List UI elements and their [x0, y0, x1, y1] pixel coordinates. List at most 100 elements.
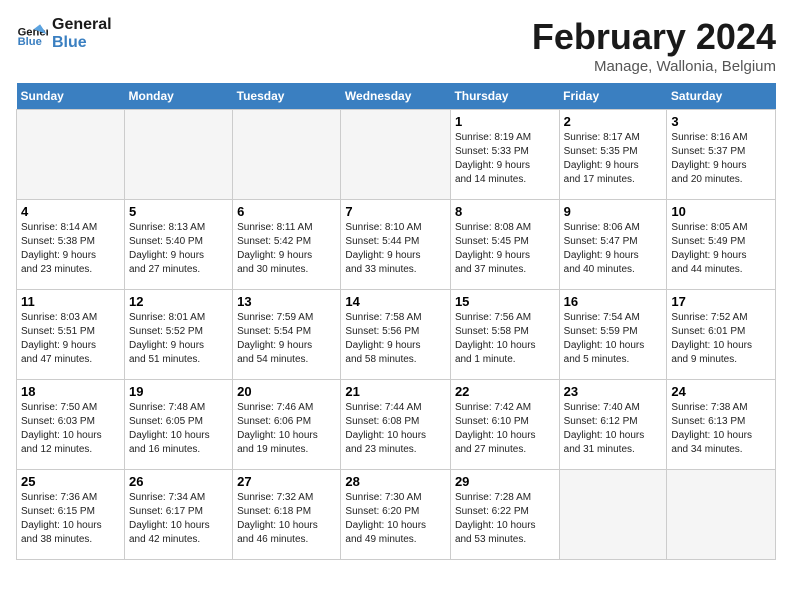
day-cell: 23 Sunrise: 7:40 AM Sunset: 6:12 PM Dayli… [559, 380, 667, 470]
day-cell: 9 Sunrise: 8:06 AM Sunset: 5:47 PM Daylig… [559, 200, 667, 290]
day-number: 12 [129, 294, 228, 309]
week-row-5: 25Sunrise: 7:36 AM Sunset: 6:15 PM Dayli… [17, 470, 776, 560]
day-cell: 12 Sunrise: 8:01 AM Sunset: 5:52 PM Dayli… [125, 290, 233, 380]
day-cell: 29 Sunrise: 7:28 AM Sunset: 6:22 PM Dayli… [450, 470, 559, 560]
logo-line1: General [52, 16, 112, 34]
day-header-thursday: Thursday [450, 83, 559, 110]
week-row-1: 1 Sunrise: 8:19 AM Sunset: 5:33 PM Daylig… [17, 110, 776, 200]
day-cell: 2 Sunrise: 8:17 AM Sunset: 5:35 PM Daylig… [559, 110, 667, 200]
day-cell: 22 Sunrise: 7:42 AM Sunset: 6:10 PM Dayli… [450, 380, 559, 470]
day-cell: 24Sunrise: 7:38 AM Sunset: 6:13 PM Dayli… [667, 380, 776, 470]
day-number: 28 [345, 474, 446, 489]
day-number: 2 [564, 114, 663, 129]
day-number: 21 [345, 384, 446, 399]
svg-text:Blue: Blue [18, 36, 42, 48]
day-info: Sunrise: 7:36 AM Sunset: 6:15 PM Dayligh… [21, 491, 120, 547]
day-number: 19 [129, 384, 228, 399]
day-info: Sunrise: 7:54 AM Sunset: 5:59 PM Dayligh… [564, 311, 663, 367]
calendar-body: 1 Sunrise: 8:19 AM Sunset: 5:33 PM Daylig… [17, 110, 776, 560]
day-cell: 26 Sunrise: 7:34 AM Sunset: 6:17 PM Dayli… [125, 470, 233, 560]
day-cell: 8 Sunrise: 8:08 AM Sunset: 5:45 PM Daylig… [450, 200, 559, 290]
day-header-tuesday: Tuesday [233, 83, 341, 110]
day-number: 26 [129, 474, 228, 489]
day-number: 8 [455, 204, 555, 219]
day-info: Sunrise: 7:42 AM Sunset: 6:10 PM Dayligh… [455, 401, 555, 457]
day-cell: 21 Sunrise: 7:44 AM Sunset: 6:08 PM Dayli… [341, 380, 451, 470]
day-info: Sunrise: 7:46 AM Sunset: 6:06 PM Dayligh… [237, 401, 336, 457]
day-info: Sunrise: 7:50 AM Sunset: 6:03 PM Dayligh… [21, 401, 120, 457]
day-cell: 25Sunrise: 7:36 AM Sunset: 6:15 PM Dayli… [17, 470, 125, 560]
day-info: Sunrise: 8:03 AM Sunset: 5:51 PM Dayligh… [21, 311, 120, 367]
day-number: 6 [237, 204, 336, 219]
day-number: 5 [129, 204, 228, 219]
day-number: 24 [671, 384, 771, 399]
day-info: Sunrise: 8:06 AM Sunset: 5:47 PM Dayligh… [564, 221, 663, 277]
day-info: Sunrise: 8:17 AM Sunset: 5:35 PM Dayligh… [564, 131, 663, 187]
day-number: 4 [21, 204, 120, 219]
day-header-sunday: Sunday [17, 83, 125, 110]
day-cell: 13Sunrise: 7:59 AM Sunset: 5:54 PM Dayli… [233, 290, 341, 380]
day-info: Sunrise: 8:05 AM Sunset: 5:49 PM Dayligh… [671, 221, 771, 277]
day-info: Sunrise: 7:58 AM Sunset: 5:56 PM Dayligh… [345, 311, 446, 367]
day-header-saturday: Saturday [667, 83, 776, 110]
day-cell [233, 110, 341, 200]
day-cell: 1 Sunrise: 8:19 AM Sunset: 5:33 PM Daylig… [450, 110, 559, 200]
title-section: February 2024 Manage, Wallonia, Belgium [532, 16, 776, 75]
day-number: 9 [564, 204, 663, 219]
day-number: 23 [564, 384, 663, 399]
day-cell: 10 Sunrise: 8:05 AM Sunset: 5:49 PM Dayli… [667, 200, 776, 290]
day-cell: 11 Sunrise: 8:03 AM Sunset: 5:51 PM Dayli… [17, 290, 125, 380]
header: General Blue General Blue February 2024 … [16, 16, 776, 75]
day-number: 11 [21, 294, 120, 309]
subtitle: Manage, Wallonia, Belgium [532, 58, 776, 75]
day-number: 1 [455, 114, 555, 129]
day-info: Sunrise: 8:10 AM Sunset: 5:44 PM Dayligh… [345, 221, 446, 277]
day-info: Sunrise: 7:34 AM Sunset: 6:17 PM Dayligh… [129, 491, 228, 547]
day-cell: 17Sunrise: 7:52 AM Sunset: 6:01 PM Dayli… [667, 290, 776, 380]
week-row-2: 4Sunrise: 8:14 AM Sunset: 5:38 PM Daylig… [17, 200, 776, 290]
day-info: Sunrise: 7:32 AM Sunset: 6:18 PM Dayligh… [237, 491, 336, 547]
day-cell [17, 110, 125, 200]
day-info: Sunrise: 8:13 AM Sunset: 5:40 PM Dayligh… [129, 221, 228, 277]
day-info: Sunrise: 7:44 AM Sunset: 6:08 PM Dayligh… [345, 401, 446, 457]
day-cell: 18 Sunrise: 7:50 AM Sunset: 6:03 PM Dayli… [17, 380, 125, 470]
day-number: 10 [671, 204, 771, 219]
day-number: 22 [455, 384, 555, 399]
day-cell: 19 Sunrise: 7:48 AM Sunset: 6:05 PM Dayli… [125, 380, 233, 470]
day-cell: 7 Sunrise: 8:10 AM Sunset: 5:44 PM Daylig… [341, 200, 451, 290]
day-number: 16 [564, 294, 663, 309]
day-header-wednesday: Wednesday [341, 83, 451, 110]
day-cell: 4Sunrise: 8:14 AM Sunset: 5:38 PM Daylig… [17, 200, 125, 290]
day-number: 7 [345, 204, 446, 219]
month-title: February 2024 [532, 16, 776, 58]
day-info: Sunrise: 7:30 AM Sunset: 6:20 PM Dayligh… [345, 491, 446, 547]
day-number: 20 [237, 384, 336, 399]
day-number: 15 [455, 294, 555, 309]
day-number: 29 [455, 474, 555, 489]
day-info: Sunrise: 7:48 AM Sunset: 6:05 PM Dayligh… [129, 401, 228, 457]
day-cell: 27 Sunrise: 7:32 AM Sunset: 6:18 PM Dayli… [233, 470, 341, 560]
day-number: 3 [671, 114, 771, 129]
day-info: Sunrise: 7:52 AM Sunset: 6:01 PM Dayligh… [671, 311, 771, 367]
day-header-friday: Friday [559, 83, 667, 110]
day-info: Sunrise: 8:11 AM Sunset: 5:42 PM Dayligh… [237, 221, 336, 277]
day-info: Sunrise: 7:40 AM Sunset: 6:12 PM Dayligh… [564, 401, 663, 457]
day-cell: 15Sunrise: 7:56 AM Sunset: 5:58 PM Dayli… [450, 290, 559, 380]
day-cell [559, 470, 667, 560]
day-number: 27 [237, 474, 336, 489]
calendar-table: SundayMondayTuesdayWednesdayThursdayFrid… [16, 83, 776, 560]
logo-icon: General Blue [16, 18, 48, 50]
day-number: 18 [21, 384, 120, 399]
day-cell: 5 Sunrise: 8:13 AM Sunset: 5:40 PM Daylig… [125, 200, 233, 290]
day-info: Sunrise: 8:19 AM Sunset: 5:33 PM Dayligh… [455, 131, 555, 187]
week-row-4: 18 Sunrise: 7:50 AM Sunset: 6:03 PM Dayli… [17, 380, 776, 470]
day-info: Sunrise: 8:01 AM Sunset: 5:52 PM Dayligh… [129, 311, 228, 367]
day-cell [667, 470, 776, 560]
day-info: Sunrise: 7:28 AM Sunset: 6:22 PM Dayligh… [455, 491, 555, 547]
day-cell: 20 Sunrise: 7:46 AM Sunset: 6:06 PM Dayli… [233, 380, 341, 470]
day-info: Sunrise: 8:08 AM Sunset: 5:45 PM Dayligh… [455, 221, 555, 277]
day-info: Sunrise: 7:59 AM Sunset: 5:54 PM Dayligh… [237, 311, 336, 367]
day-number: 14 [345, 294, 446, 309]
day-info: Sunrise: 8:16 AM Sunset: 5:37 PM Dayligh… [671, 131, 771, 187]
day-cell: 6 Sunrise: 8:11 AM Sunset: 5:42 PM Daylig… [233, 200, 341, 290]
